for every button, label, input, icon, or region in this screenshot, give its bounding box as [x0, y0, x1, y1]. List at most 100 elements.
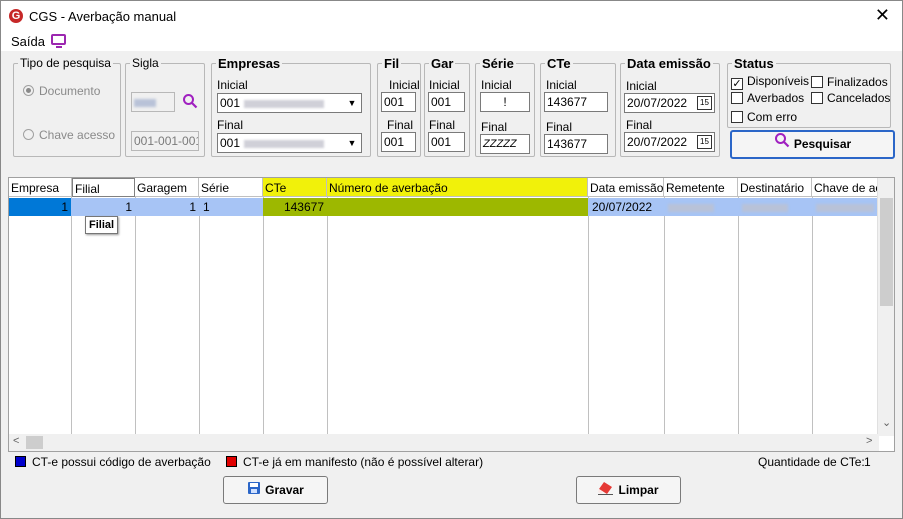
dropdown-arrow-icon[interactable]: ▼ — [345, 96, 359, 110]
horizontal-scrollbar[interactable]: < > — [9, 434, 879, 451]
menu-saida[interactable]: Saída — [11, 34, 45, 49]
calendar-icon[interactable]: 15 — [697, 96, 712, 110]
sigla-legend: Sigla — [132, 56, 159, 70]
serie-final-input[interactable]: ZZZZZ — [480, 134, 530, 154]
pesquisar-button[interactable]: Pesquisar — [730, 130, 895, 159]
cell-numero-averbacao[interactable] — [327, 198, 588, 216]
cell-serie[interactable]: 1 — [200, 198, 263, 216]
chk-finalizados-label: Finalizados — [827, 75, 888, 89]
app-logo-icon: G — [9, 9, 23, 23]
cte-grid[interactable]: Empresa Filial Garagem Série CTe Número … — [8, 177, 895, 452]
chk-com-erro[interactable]: Com erro — [731, 110, 797, 124]
data-final-input[interactable]: 20/07/2022 15 — [624, 132, 715, 152]
cell-chave-acesso[interactable] — [813, 198, 879, 216]
gar-final-label: Final — [429, 118, 456, 132]
status-legend: Status — [734, 56, 774, 71]
cte-inicial-input[interactable]: 143677 — [544, 92, 608, 112]
save-icon — [247, 478, 261, 504]
gar-inicial-input[interactable]: 001 — [428, 92, 465, 112]
redacted-value — [134, 98, 156, 107]
search-icon — [774, 132, 790, 157]
data-inicial-value: 20/07/2022 — [627, 96, 688, 110]
search-icon[interactable] — [182, 93, 198, 112]
quantidade-label: Quantidade de CTe: — [758, 455, 865, 469]
chk-disponiveis[interactable]: ✓ Disponíveis — [731, 74, 809, 90]
col-serie[interactable]: Série — [199, 178, 263, 197]
col-garagem[interactable]: Garagem — [135, 178, 199, 197]
column-divider — [327, 197, 328, 437]
limpar-label: Limpar — [618, 483, 659, 497]
fil-inicial-label: Inicial — [389, 78, 420, 92]
chk-finalizados[interactable]: Finalizados — [811, 75, 888, 89]
serie-inicial-input[interactable]: ! — [480, 92, 530, 112]
chave-input[interactable]: 001-001-001 — [131, 131, 199, 151]
radio-dot-icon — [23, 85, 34, 96]
cell-destinatario[interactable] — [739, 198, 812, 216]
cte-inicial-label: Inicial — [546, 78, 577, 92]
fil-final-input[interactable]: 001 — [381, 132, 416, 152]
pesquisar-label: Pesquisar — [793, 137, 852, 151]
redacted-value — [816, 203, 874, 212]
col-cte[interactable]: CTe — [263, 178, 327, 197]
col-empresa[interactable]: Empresa — [9, 178, 72, 197]
cell-data-emissao[interactable]: 20/07/2022 — [589, 198, 664, 216]
cte-final-input[interactable]: 143677 — [544, 134, 608, 154]
cell-filial[interactable]: 1 — [72, 198, 135, 216]
radio-documento[interactable]: Documento — [23, 84, 100, 98]
sigla-input[interactable] — [131, 92, 175, 112]
monitor-icon[interactable] — [51, 34, 66, 48]
serie-final-label: Final — [481, 120, 508, 134]
limpar-button[interactable]: Limpar — [576, 476, 681, 504]
empresas-inicial-label: Inicial — [217, 78, 248, 92]
fil-final-label: Final — [387, 118, 414, 132]
radio-chave-acesso[interactable]: Chave acesso — [23, 128, 115, 142]
data-inicial-input[interactable]: 20/07/2022 15 — [624, 93, 715, 113]
quantidade-value: 1 — [864, 455, 871, 469]
empresa-final-value: 001 — [220, 136, 241, 150]
gravar-button[interactable]: Gravar — [223, 476, 328, 504]
cell-cte[interactable]: 143677 — [263, 198, 327, 216]
calendar-icon[interactable]: 15 — [697, 135, 712, 149]
redacted-value — [742, 203, 788, 212]
gar-inicial-label: Inicial — [429, 78, 460, 92]
scroll-right-icon[interactable]: > — [866, 435, 872, 447]
col-remetente[interactable]: Remetente — [664, 178, 738, 197]
col-filial[interactable]: Filial — [72, 178, 135, 197]
cell-empresa[interactable]: 1 — [9, 198, 71, 216]
col-numero-averbacao[interactable]: Número de averbação — [327, 178, 588, 197]
column-divider — [812, 197, 813, 437]
chk-disponiveis-label: Disponíveis — [747, 74, 810, 88]
redacted-value — [244, 139, 325, 148]
dropdown-arrow-icon[interactable]: ▼ — [345, 136, 359, 150]
cell-garagem[interactable]: 1 — [136, 198, 199, 216]
chk-cancelados[interactable]: Cancelados — [811, 91, 890, 105]
col-destinatario[interactable]: Destinatário — [738, 178, 812, 197]
vertical-scrollbar[interactable]: ⌄ — [877, 178, 894, 436]
column-divider — [71, 197, 72, 437]
legend-blue-swatch — [15, 456, 26, 467]
fil-inicial-input[interactable]: 001 — [381, 92, 416, 112]
horizontal-scroll-thumb[interactable] — [26, 436, 43, 449]
cell-remetente[interactable] — [665, 198, 738, 216]
chk-averbados[interactable]: Averbados — [731, 91, 804, 105]
chk-cancelados-label: Cancelados — [827, 91, 891, 105]
gar-final-input[interactable]: 001 — [428, 132, 465, 152]
serie-legend: Série — [482, 56, 514, 71]
col-chave-acesso[interactable]: Chave de ac — [812, 178, 879, 197]
empresa-final-select[interactable]: 001 ▼ — [217, 133, 362, 153]
data-emissao-legend: Data emissão — [627, 56, 711, 71]
close-icon[interactable]: ✕ — [875, 6, 890, 24]
vertical-scroll-thumb[interactable] — [880, 198, 893, 306]
eraser-icon — [598, 478, 614, 504]
radio-dot-icon — [23, 129, 34, 140]
scroll-left-icon[interactable]: < — [13, 435, 19, 447]
serie-inicial-label: Inicial — [481, 78, 512, 92]
empresas-final-label: Final — [217, 118, 244, 132]
empresa-inicial-select[interactable]: 001 ▼ — [217, 93, 362, 113]
col-data-emissao[interactable]: Data emissão — [588, 178, 664, 197]
scroll-down-icon[interactable]: ⌄ — [882, 416, 891, 429]
radio-chave-label: Chave acesso — [39, 128, 116, 142]
legend-red-swatch — [226, 456, 237, 467]
radio-documento-label: Documento — [39, 84, 101, 98]
column-divider — [664, 197, 665, 437]
